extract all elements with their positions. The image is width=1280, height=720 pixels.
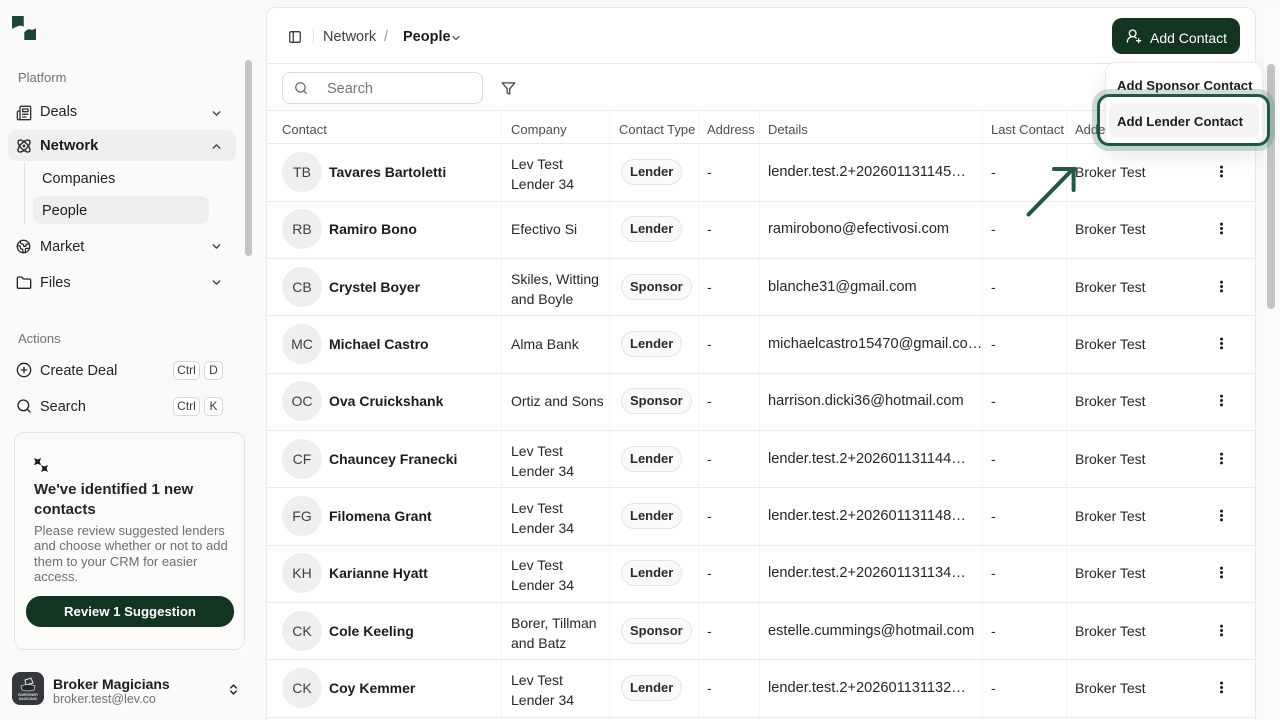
svg-text:MAGICIANS: MAGICIANS [19,697,37,701]
